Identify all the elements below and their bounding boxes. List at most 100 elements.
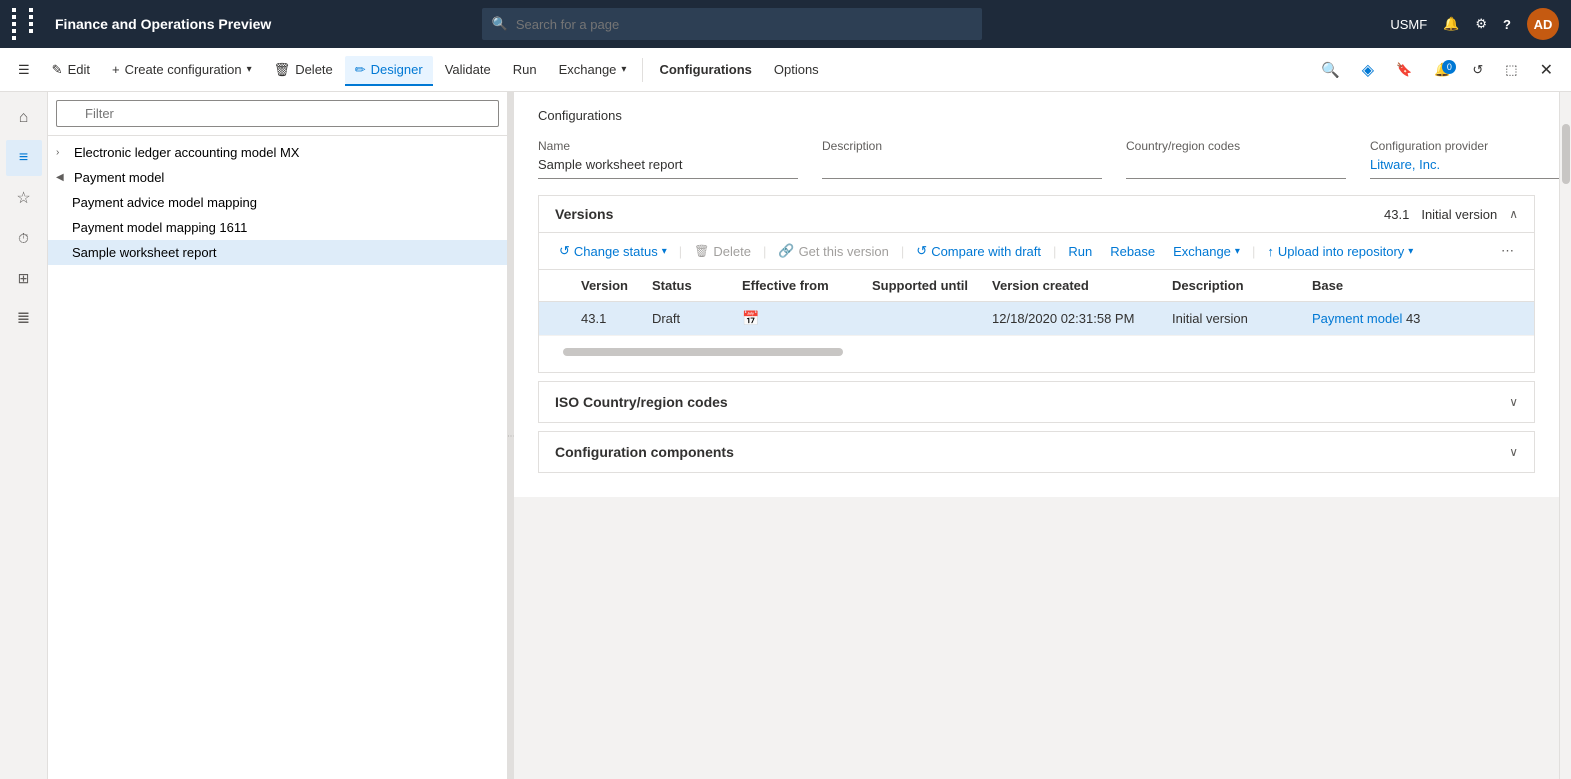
filter-box: 🔍 xyxy=(48,92,507,136)
settings-icon[interactable]: ⚙ xyxy=(1475,16,1487,32)
components-header[interactable]: Configuration components ∨ xyxy=(539,432,1534,472)
right-scrollbar[interactable] xyxy=(1559,92,1571,779)
exchange-button[interactable]: Exchange ▾ xyxy=(549,56,637,83)
cell-version: 43.1 xyxy=(569,302,640,336)
versions-toolbar: ↺ Change status ▾ | 🗑 Delete | 🔗 Get thi… xyxy=(539,233,1534,270)
change-status-icon: ↺ xyxy=(559,243,570,259)
refresh-btn[interactable]: ↺ xyxy=(1462,56,1493,84)
upload-repository-button[interactable]: ↑ Upload into repository ▾ xyxy=(1259,240,1421,263)
open-new-btn[interactable]: ⬚ xyxy=(1495,56,1527,84)
run-button[interactable]: Run xyxy=(503,56,547,83)
col-header-effective[interactable]: Effective from xyxy=(730,270,860,302)
versions-more-button[interactable]: ⋯ xyxy=(1493,239,1522,263)
nav-modules[interactable]: ≣ xyxy=(6,300,42,336)
components-chevron: ∨ xyxy=(1509,445,1518,459)
description-value[interactable] xyxy=(822,157,1102,179)
breadcrumb: Configurations xyxy=(538,108,1535,123)
tree-chevron-collapse: ◀ xyxy=(56,172,70,183)
tree-item-payment-advice[interactable]: Payment advice model mapping xyxy=(48,190,507,215)
tree-item-payment-model[interactable]: ◀ Payment model xyxy=(48,165,507,190)
base-link[interactable]: Payment model xyxy=(1312,311,1402,326)
header-row: Version Status Effective from Supported … xyxy=(539,270,1534,302)
table-row[interactable]: 43.1 Draft 📅 12/18/2020 02:31:58 PM Init… xyxy=(539,302,1534,336)
vtoolbar-sep1: | xyxy=(679,244,682,259)
nav-star[interactable]: ☆ xyxy=(6,180,42,216)
table-horizontal-scrollbar[interactable] xyxy=(563,348,843,356)
versions-section: Versions 43.1 Initial version ∧ ↺ Change… xyxy=(538,195,1535,373)
versions-collapse-btn[interactable]: ∧ xyxy=(1509,207,1518,221)
edit-button[interactable]: ✎ Edit xyxy=(42,56,100,84)
vtoolbar-sep3: | xyxy=(901,244,904,259)
change-status-button[interactable]: ↺ Change status ▾ xyxy=(551,239,675,263)
refresh-icon: ↺ xyxy=(1472,62,1483,78)
description-label: Description xyxy=(822,139,1102,153)
tree-item-sample-worksheet[interactable]: Sample worksheet report xyxy=(48,240,507,265)
table-scrollbar-area xyxy=(539,336,1534,372)
cell-effective[interactable]: 📅 xyxy=(730,302,860,336)
filter-input[interactable] xyxy=(56,100,499,127)
delete-button[interactable]: 🗑 Delete xyxy=(264,56,343,84)
name-value[interactable]: Sample worksheet report xyxy=(538,157,798,179)
name-field: Name Sample worksheet report xyxy=(538,139,798,179)
app-grid-icon[interactable] xyxy=(12,8,43,40)
search-toolbar-button[interactable]: 🔍 xyxy=(1311,55,1350,85)
close-icon: ✕ xyxy=(1540,60,1553,80)
options-tab[interactable]: Options xyxy=(764,56,829,83)
cell-status: Draft xyxy=(640,302,730,336)
col-header-description[interactable]: Description xyxy=(1160,270,1300,302)
compare-draft-button[interactable]: ↺ Compare with draft xyxy=(908,239,1049,263)
avatar[interactable]: AD xyxy=(1527,8,1559,40)
designer-button[interactable]: ✏ Designer xyxy=(345,56,433,84)
filter-icon-btn[interactable]: ◈ xyxy=(1352,54,1384,86)
iso-header[interactable]: ISO Country/region codes ∨ xyxy=(539,382,1534,422)
search-input[interactable] xyxy=(516,17,972,32)
tree-panel: 🔍 › Electronic ledger accounting model M… xyxy=(48,92,508,779)
bookmark-icon: 🔖 xyxy=(1396,62,1412,78)
cell-supported xyxy=(860,302,980,336)
search-icon: 🔍 xyxy=(492,16,508,32)
get-version-button[interactable]: 🔗 Get this version xyxy=(770,239,897,263)
tree-item-electronic-ledger[interactable]: › Electronic ledger accounting model MX xyxy=(48,140,507,165)
nav-list[interactable]: ≡ xyxy=(6,140,42,176)
name-label: Name xyxy=(538,139,798,153)
provider-value[interactable]: Litware, Inc. xyxy=(1370,157,1559,179)
versions-delete-button[interactable]: 🗑 Delete xyxy=(686,240,759,263)
close-btn[interactable]: ✕ xyxy=(1530,54,1563,86)
hamburger-icon: ☰ xyxy=(18,62,30,78)
nav-recent[interactable]: ⏱ xyxy=(6,220,42,256)
validate-button[interactable]: Validate xyxy=(435,56,501,83)
versions-table: Version Status Effective from Supported … xyxy=(539,270,1534,336)
table-body: 43.1 Draft 📅 12/18/2020 02:31:58 PM Init… xyxy=(539,302,1534,336)
designer-icon: ✏ xyxy=(355,62,366,78)
bookmark-btn[interactable]: 🔖 xyxy=(1386,56,1422,84)
col-header-created[interactable]: Version created xyxy=(980,270,1160,302)
country-value[interactable] xyxy=(1126,157,1346,179)
country-label: Country/region codes xyxy=(1126,139,1346,153)
tree-item-payment-mapping[interactable]: Payment model mapping 1611 xyxy=(48,215,507,240)
components-section: Configuration components ∨ xyxy=(538,431,1535,473)
versions-run-button[interactable]: Run xyxy=(1060,240,1100,263)
main-layout: ⌂ ≡ ☆ ⏱ ⊞ ≣ 🔍 › Electronic ledger accoun… xyxy=(0,92,1571,779)
versions-table-scroll[interactable]: Version Status Effective from Supported … xyxy=(539,270,1534,336)
create-config-button[interactable]: + Create configuration ▾ xyxy=(102,56,262,83)
configurations-tab[interactable]: Configurations xyxy=(649,56,761,83)
versions-exchange-button[interactable]: Exchange ▾ xyxy=(1165,240,1248,263)
hamburger-button[interactable]: ☰ xyxy=(8,56,40,84)
col-header-base[interactable]: Base xyxy=(1300,270,1534,302)
open-new-icon: ⬚ xyxy=(1505,62,1517,78)
versions-meta: 43.1 Initial version ∧ xyxy=(1384,207,1518,222)
notification-icon[interactable]: 🔔 xyxy=(1443,16,1459,32)
version-number-badge: 43.1 xyxy=(1384,207,1409,222)
nav-home[interactable]: ⌂ xyxy=(6,100,42,136)
command-bar: ☰ ✎ Edit + Create configuration ▾ 🗑 Dele… xyxy=(0,48,1571,92)
col-header-version[interactable]: Version xyxy=(569,270,640,302)
nav-workspaces[interactable]: ⊞ xyxy=(6,260,42,296)
col-header-supported[interactable]: Supported until xyxy=(860,270,980,302)
help-icon[interactable]: ? xyxy=(1503,17,1511,32)
col-header-status[interactable]: Status xyxy=(640,270,730,302)
rebase-button[interactable]: Rebase xyxy=(1102,240,1163,263)
calendar-icon[interactable]: 📅 xyxy=(742,310,759,326)
vtoolbar-sep4: | xyxy=(1053,244,1056,259)
upload-chevron: ▾ xyxy=(1408,246,1413,257)
global-search[interactable]: 🔍 xyxy=(482,8,982,40)
